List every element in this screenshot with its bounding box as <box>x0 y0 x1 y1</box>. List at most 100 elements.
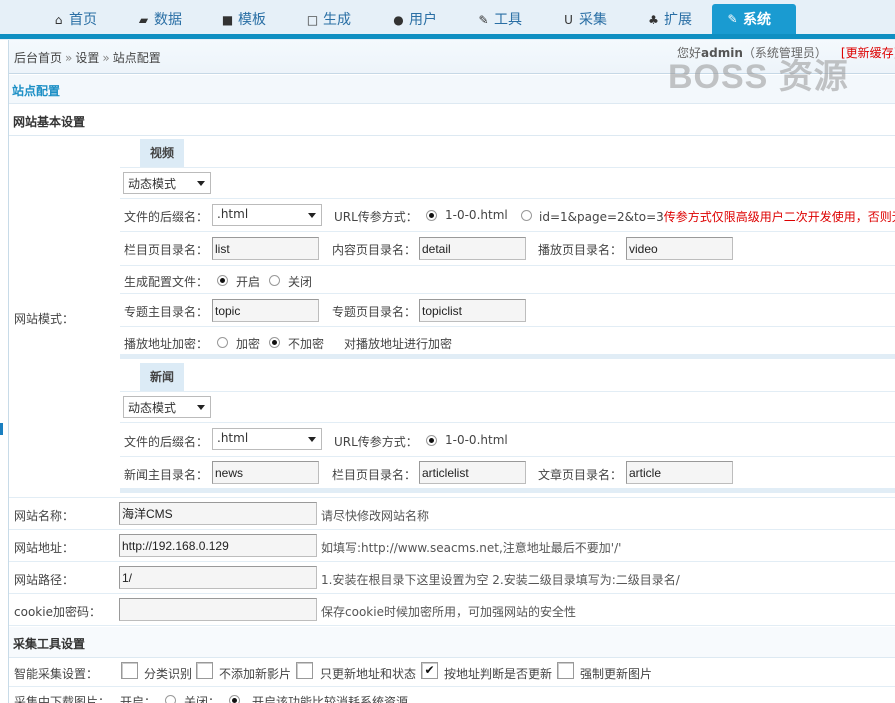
video-content-dir-label: 内容页目录名： <box>332 243 417 257</box>
edit-icon: ✎ <box>727 12 738 26</box>
video-url-radio-1[interactable] <box>426 210 437 221</box>
encrypt-on-radio[interactable] <box>217 337 228 348</box>
site-url-input[interactable] <box>119 534 317 557</box>
news-article-dir-label: 文章页目录名： <box>538 468 623 482</box>
refresh-cache-link[interactable]: [更新缓存] <box>841 46 895 60</box>
divider <box>120 326 895 327</box>
left-collapse-handle[interactable] <box>0 423 3 435</box>
collect-opt-forceimg-label: 强制更新图片 <box>580 667 653 681</box>
download-img-label: 采集中下载图片： <box>14 695 111 703</box>
nav-extend[interactable]: ♣ 扩展 <box>647 6 692 34</box>
site-name-hint: 请尽快修改网站名称 <box>321 509 430 523</box>
nav-home-label: 首页 <box>69 12 97 28</box>
topic-main-input[interactable] <box>212 299 319 322</box>
news-tab[interactable]: 新闻 <box>140 363 184 391</box>
collect-opt-urlonly-label: 只更新地址和状态 <box>320 667 417 681</box>
divider <box>9 561 895 562</box>
breadcrumb-sep: » <box>102 51 110 65</box>
divider <box>120 231 895 232</box>
site-path-input[interactable] <box>119 566 317 589</box>
user-icon: ● <box>393 12 404 27</box>
nav-tools[interactable]: ✎ 工具 <box>477 6 522 34</box>
video-column-dir-label: 栏目页目录名： <box>124 243 209 257</box>
video-column-dir-input[interactable] <box>212 237 319 260</box>
chevron-down-icon <box>308 437 316 442</box>
news-mode-value: 动态模式 <box>128 401 177 415</box>
breadcrumb: 后台首页» 设置» 站点配置 <box>14 49 161 66</box>
collect-opt-classify-checkbox[interactable] <box>121 662 138 679</box>
collect-opt-forceimg-checkbox[interactable] <box>557 662 574 679</box>
divider <box>120 265 895 266</box>
encrypt-hint: 对播放地址进行加密 <box>344 337 453 351</box>
news-suffix-label: 文件的后缀名： <box>124 435 209 449</box>
gen-config-off-radio[interactable] <box>269 275 280 286</box>
file-solid-icon: ■ <box>221 12 234 27</box>
news-article-dir-input[interactable] <box>626 461 733 484</box>
divider <box>120 422 895 423</box>
watermark: BOSS 资源 <box>668 58 849 96</box>
topic-page-input[interactable] <box>419 299 526 322</box>
nav-collect[interactable]: U 采集 <box>562 6 607 34</box>
download-hint: 开启该功能比较消耗系统资源 <box>252 695 409 703</box>
magnet-icon: U <box>564 12 573 27</box>
news-column-dir-input[interactable] <box>419 461 526 484</box>
nav-template[interactable]: ■ 模板 <box>221 6 266 34</box>
download-off-radio[interactable] <box>229 695 240 703</box>
news-suffix-value: .html <box>217 431 249 445</box>
news-url-radio-1[interactable] <box>426 435 437 446</box>
collect-opt-nonew-checkbox[interactable] <box>196 662 213 679</box>
topic-page-label: 专题页目录名： <box>332 305 417 319</box>
download-on-radio[interactable] <box>165 695 176 703</box>
divider <box>120 167 895 168</box>
video-play-dir-input[interactable] <box>626 237 733 260</box>
chevron-down-icon <box>308 213 316 218</box>
divider <box>9 625 895 626</box>
news-mode-select[interactable]: 动态模式 <box>123 396 211 418</box>
topic-main-label: 专题主目录名： <box>124 305 209 319</box>
video-content-dir-input[interactable] <box>419 237 526 260</box>
divider <box>9 686 895 687</box>
video-url-warning: 传参方式仅限高级用户二次开发使用，否则无 <box>663 210 895 224</box>
video-url-radio-2[interactable] <box>521 210 532 221</box>
nav-tools-label: 工具 <box>494 12 522 28</box>
divider-band <box>120 488 895 493</box>
nav-users[interactable]: ● 用户 <box>392 6 437 34</box>
nav-system[interactable]: ✎ 系统 <box>712 4 796 35</box>
news-suffix-select[interactable]: .html <box>212 428 322 450</box>
encrypt-off-radio[interactable] <box>269 337 280 348</box>
breadcrumb-home[interactable]: 后台首页 <box>14 51 62 65</box>
smart-collect-label: 智能采集设置： <box>14 667 99 681</box>
video-url-label: URL传参方式： <box>334 210 418 224</box>
breadcrumb-current: 站点配置 <box>112 51 161 65</box>
divider <box>120 456 895 457</box>
chevron-down-icon <box>197 181 205 186</box>
collect-opt-urlonly-checkbox[interactable] <box>296 662 313 679</box>
cookie-key-label: cookie加密码： <box>14 605 101 619</box>
cookie-key-input[interactable] <box>119 598 317 621</box>
site-url-label: 网站地址： <box>14 541 75 555</box>
video-suffix-select[interactable]: .html <box>212 204 322 226</box>
collect-opt-byurl-checkbox[interactable]: ✔ <box>421 662 438 679</box>
top-nav: ⌂ 首页 ▰ 数据 ■ 模板 □ 生成 ● 用户 ✎ 工具 U 采集 ♣ 扩展 ✎ 系统 <box>0 0 895 40</box>
divider-band <box>120 354 895 359</box>
gen-config-on-radio[interactable] <box>217 275 228 286</box>
left-border <box>8 40 9 703</box>
video-tab[interactable]: 视频 <box>140 139 184 167</box>
news-main-dir-input[interactable] <box>212 461 319 484</box>
nav-generate[interactable]: □ 生成 <box>306 6 351 34</box>
download-on-text: 开启： <box>120 695 157 703</box>
nav-home[interactable]: ⌂ 首页 <box>52 6 97 34</box>
collect-settings-heading: 采集工具设置 <box>9 627 895 658</box>
video-mode-select[interactable]: 动态模式 <box>123 172 211 194</box>
encrypt-label: 播放地址加密： <box>124 337 209 351</box>
nav-data[interactable]: ▰ 数据 <box>137 6 182 34</box>
gen-config-off-text: 关闭 <box>288 275 313 289</box>
collect-opt-byurl-label: 按地址判断是否更新 <box>444 667 553 681</box>
sitemap-icon: ♣ <box>648 12 659 27</box>
nav-data-label: 数据 <box>154 12 182 28</box>
nav-system-label: 系统 <box>743 11 771 28</box>
nav-extend-label: 扩展 <box>664 12 692 28</box>
encrypt-on-text: 加密 <box>236 337 261 351</box>
breadcrumb-settings[interactable]: 设置 <box>75 51 99 65</box>
site-name-input[interactable] <box>119 502 317 525</box>
